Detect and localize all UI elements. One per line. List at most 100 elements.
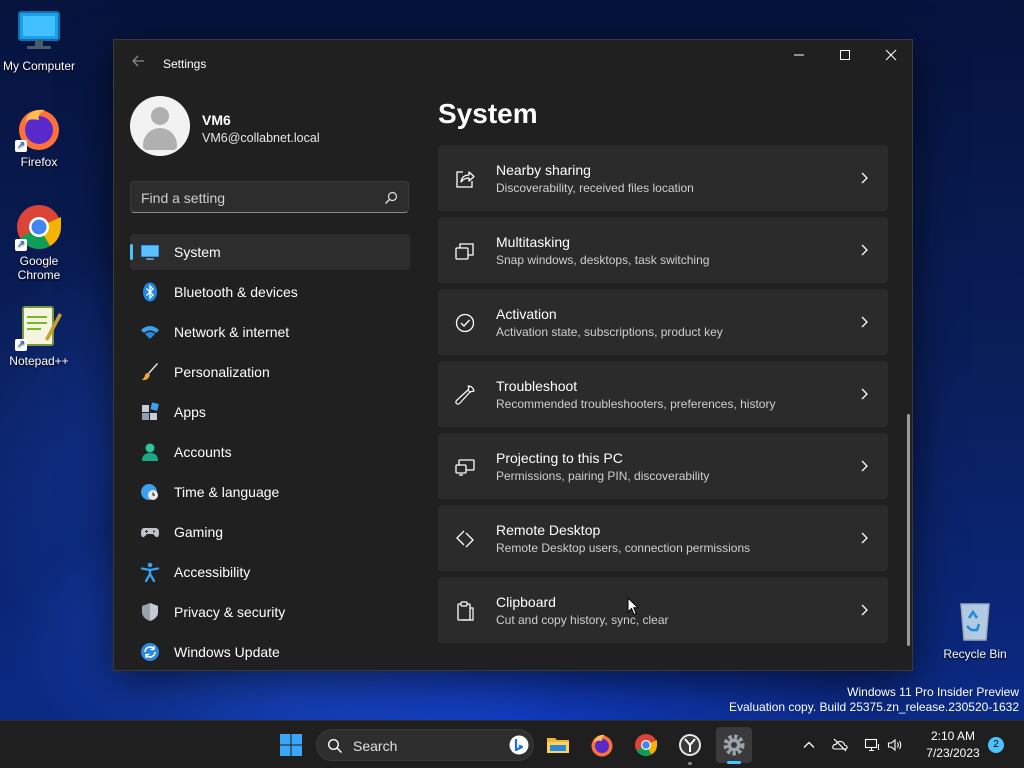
desktop-icon-label: Google Chrome <box>17 254 61 282</box>
card-title: Multitasking <box>496 234 570 250</box>
desktop-icon-firefox[interactable]: ↗ Firefox <box>0 104 78 169</box>
running-indicator <box>688 762 692 765</box>
desktop-icon-my-computer[interactable]: My Computer <box>0 8 78 73</box>
taskbar-chrome[interactable] <box>628 727 664 763</box>
card-description: Discoverability, received files location <box>496 181 694 195</box>
user-email: VM6@collabnet.local <box>202 131 320 145</box>
sidebar-item-label: Privacy & security <box>174 604 286 620</box>
projector-icon <box>455 459 475 476</box>
sidebar-item-apps[interactable]: Apps <box>130 394 410 430</box>
watermark-line-1: Windows 11 Pro Insider Preview <box>847 685 1019 699</box>
chevron-right-icon <box>861 244 868 256</box>
desktop-icon-label: Firefox <box>20 155 58 169</box>
close-icon <box>885 49 897 61</box>
taskbar-search-label: Search <box>353 738 398 754</box>
mouse-cursor-icon <box>627 597 639 616</box>
monitor-icon <box>141 245 159 260</box>
sidebar-nav: System Bluetooth & devices Network & int… <box>130 234 410 674</box>
user-profile[interactable]: VM6 VM6@collabnet.local <box>130 96 410 158</box>
watermark-line-2: Evaluation copy. Build 25375.zn_release.… <box>729 700 1019 714</box>
app-title: Settings <box>163 57 207 71</box>
sidebar-item-personalization[interactable]: Personalization <box>130 354 410 390</box>
setting-card-remote-desktop[interactable]: Remote Desktop Remote Desktop users, con… <box>438 505 888 571</box>
apps-icon <box>142 402 159 420</box>
setting-card-troubleshoot[interactable]: Troubleshoot Recommended troubleshooters… <box>438 361 888 427</box>
sidebar-item-bluetooth[interactable]: Bluetooth & devices <box>130 274 410 310</box>
sidebar-item-label: Network & internet <box>174 324 290 340</box>
desktop-icon-recycle-bin[interactable]: Recycle Bin <box>936 596 1014 661</box>
setting-card-projecting[interactable]: Projecting to this PC Permissions, pairi… <box>438 433 888 499</box>
desktop-icon-label: Recycle Bin <box>943 647 1007 661</box>
user-name: VM6 <box>202 112 231 128</box>
maximize-button[interactable] <box>822 40 868 72</box>
setting-card-nearby-sharing[interactable]: Nearby sharing Discoverability, received… <box>438 145 888 211</box>
start-button[interactable] <box>273 727 309 763</box>
desktop-icon-notepadpp[interactable]: ↗ Notepad++ <box>0 303 78 368</box>
find-setting-input[interactable] <box>141 188 371 208</box>
sidebar-item-windows-update[interactable]: Windows Update <box>130 634 410 670</box>
onedrive-offline-icon[interactable] <box>832 737 848 753</box>
multitask-icon <box>455 243 474 260</box>
windows-logo-icon <box>280 734 302 756</box>
clipboard-icon <box>457 601 474 621</box>
check-circle-icon <box>455 313 475 333</box>
find-setting-box[interactable] <box>130 181 409 213</box>
sidebar-item-accessibility[interactable]: Accessibility <box>130 554 410 590</box>
sidebar-item-system[interactable]: System <box>130 234 410 270</box>
sidebar-item-label: Personalization <box>174 364 270 380</box>
chevron-right-icon <box>861 388 868 400</box>
chevron-right-icon <box>861 316 868 328</box>
setting-card-multitasking[interactable]: Multitasking Snap windows, desktops, tas… <box>438 217 888 283</box>
chrome-icon: ↗ <box>15 203 63 251</box>
bing-icon <box>509 735 529 755</box>
search-icon[interactable] <box>383 190 399 206</box>
desktop-icon-chrome[interactable]: ↗ Google Chrome <box>0 203 78 282</box>
card-description: Activation state, subscriptions, product… <box>496 325 723 339</box>
paintbrush-icon <box>142 363 158 381</box>
shortcut-arrow-icon: ↗ <box>15 140 27 152</box>
scrollbar-thumb[interactable] <box>907 414 910 646</box>
card-description: Snap windows, desktops, task switching <box>496 253 710 267</box>
card-title: Projecting to this PC <box>496 450 623 466</box>
close-button[interactable] <box>868 40 914 72</box>
setting-card-activation[interactable]: Activation Activation state, subscriptio… <box>438 289 888 355</box>
clock-globe-icon <box>141 484 158 500</box>
setting-card-clipboard[interactable]: Clipboard Cut and copy history, sync, cl… <box>438 577 888 643</box>
gear-icon <box>723 734 745 756</box>
sidebar-item-gaming[interactable]: Gaming <box>130 514 410 550</box>
sidebar-item-label: Apps <box>174 404 206 420</box>
notification-badge[interactable]: 2 <box>988 737 1004 753</box>
clock-date[interactable]: 7/23/2023 <box>906 746 1000 760</box>
taskbar-firefox[interactable] <box>584 727 620 763</box>
chrome-icon <box>635 734 657 756</box>
taskbar-settings[interactable] <box>716 727 752 764</box>
sidebar-item-label: Accounts <box>174 444 232 460</box>
card-description: Permissions, pairing PIN, discoverabilit… <box>496 469 710 483</box>
taskbar-clock-app[interactable] <box>672 727 708 765</box>
sidebar-item-network[interactable]: Network & internet <box>130 314 410 350</box>
folder-icon <box>547 738 569 753</box>
minimize-button[interactable] <box>776 40 822 72</box>
back-button[interactable] <box>128 54 148 74</box>
sidebar-item-privacy-security[interactable]: Privacy & security <box>130 594 410 630</box>
sidebar-item-label: Windows Update <box>174 644 280 660</box>
sidebar-item-time-language[interactable]: Time & language <box>130 474 410 510</box>
title-bar[interactable]: Settings <box>114 40 912 86</box>
card-title: Nearby sharing <box>496 162 591 178</box>
card-title: Troubleshoot <box>496 378 578 394</box>
chevron-right-icon <box>861 604 868 616</box>
computer-icon <box>15 8 63 56</box>
settings-list: Nearby sharing Discoverability, received… <box>438 145 888 672</box>
network-icon[interactable] <box>864 737 880 753</box>
sidebar-item-label: System <box>174 244 221 260</box>
volume-icon[interactable] <box>887 737 903 753</box>
taskbar-search[interactable]: Search <box>316 729 534 761</box>
clock-time[interactable]: 2:10 AM <box>906 729 1000 743</box>
chevron-up-icon[interactable] <box>801 737 817 753</box>
search-icon <box>327 738 343 754</box>
card-description: Recommended troubleshooters, preferences… <box>496 397 776 411</box>
arrow-left-icon <box>132 55 144 67</box>
taskbar-file-explorer[interactable] <box>540 727 576 763</box>
sidebar-item-accounts[interactable]: Accounts <box>130 434 410 470</box>
desktop-icon-label: Notepad++ <box>9 354 69 368</box>
